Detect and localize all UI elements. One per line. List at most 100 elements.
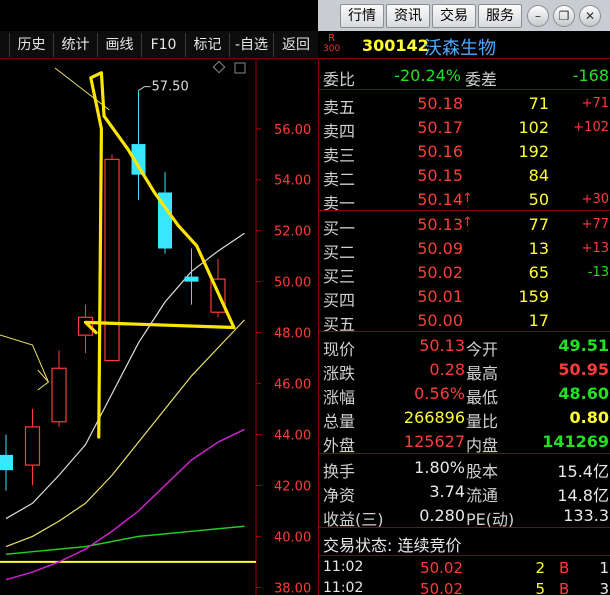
toolbar-stats-button[interactable]: 统计 [54,33,98,57]
toolbar-f10-button[interactable]: F10 [142,33,186,57]
fundamental-value: 14.8亿 [557,486,609,505]
ask-price: 50.15 [417,166,463,185]
bid-row[interactable]: 买二 50.09 13 +13 [319,237,610,262]
high-price-label: 57.50 [152,80,189,95]
candle-body [184,276,199,282]
ask-row[interactable]: 卖二 50.15 84 [319,164,610,189]
toolbar-history-button[interactable]: 历史 [10,33,54,57]
high-leader [138,86,151,91]
divider [319,210,610,211]
bid-volume: 77 [528,215,549,234]
menu-service-button[interactable]: 服务 [478,4,522,28]
toolbar-edge [0,33,10,57]
tick-row[interactable]: 11:02 50.02 2 B 1 [319,557,610,578]
bid-change: -13 [587,265,609,280]
ask-label: 卖三 [323,146,356,165]
bid-label: 买三 [323,267,356,286]
kline-chart[interactable]: 56.00 54.00 52.00 50.00 48.00 46.00 44.00 42.00… [0,60,318,595]
fundamental-label: 换手 [323,462,356,481]
divider [319,89,610,90]
stat-label: 涨跌 [323,364,356,383]
y-tick-label: 46.00 [274,378,311,393]
ask-row[interactable]: 卖三 50.16 192 [319,140,610,165]
close-icon[interactable]: ✕ [579,5,601,27]
candle-body [0,454,13,471]
stat-row: 涨幅 0.56% 最低 48.60 [319,382,610,407]
bid-change: +77 [581,217,609,232]
toolbar-back-button[interactable]: 返回 [274,33,318,57]
tick-row[interactable]: 11:02 50.02 5 B 3 [319,578,610,595]
ask-price: 50.18 [417,94,463,113]
restore-icon[interactable]: ❐ [553,5,575,27]
ask-price: 50.16 [417,142,463,161]
candle-body [24,426,41,466]
menu-trade-button[interactable]: 交易 [432,4,476,28]
bid-label: 买四 [323,291,356,310]
minimize-icon[interactable]: – [527,5,549,27]
bid-volume: 17 [528,311,549,330]
ask-volume: 50 [528,190,549,209]
tick-side: B [559,580,570,595]
tick-side: B [559,559,570,577]
ask-row[interactable]: 卖四 50.17 102 +102 [319,116,610,141]
tick-price: 50.02 [420,580,463,595]
ask-change: +71 [581,96,609,111]
ma-magenta-line [5,428,245,581]
y-tick-label: 40.00 [274,530,311,545]
stat-label: 量比 [466,412,499,431]
ask-label: 卖四 [323,122,356,141]
toolbar-draw-button[interactable]: 画线 [98,33,142,57]
stat-row: 外盘 125627 内盘 141269 [319,430,610,455]
ask-volume: 192 [518,142,549,161]
ask-change: +102 [573,120,609,135]
quote-panel: 委比 -20.24% 委差 -168 卖五 50.18 71 +71 卖四 50… [318,60,610,595]
tick-extra: 3 [599,580,609,595]
ask-row[interactable]: 卖五 50.18 71 +71 [319,92,610,117]
fundamental-label: 股本 [466,462,499,481]
stat-value: 49.51 [558,336,609,355]
menu-market-button[interactable]: 行情 [340,4,384,28]
stat-row: 涨跌 0.28 最高 50.95 [319,358,610,383]
bid-price: 50.13 [417,215,463,234]
toolbar-remove-watch-button[interactable]: -自选 [230,33,274,57]
tick-volume: 5 [535,580,545,595]
y-tick-label: 50.00 [274,276,311,291]
fundamental-row: 净资 3.74 流通 14.8亿 [319,480,610,505]
stat-label: 总量 [323,412,356,431]
bid-row[interactable]: 买四 50.01 159 [319,285,610,310]
divider [319,331,610,332]
badge-r: R [328,33,336,44]
stock-name[interactable]: 沃森生物 [424,34,496,60]
weibi-value: -20.24% [394,66,461,85]
bid-row[interactable]: 买三 50.02 65 -13 [319,261,610,286]
stat-label: 今开 [466,340,499,359]
weicha-label: 委差 [465,70,498,89]
bid-change: +13 [581,241,609,256]
toolbar-mark-button[interactable]: 标记 [186,33,230,57]
bid-price: 50.00 [417,311,463,330]
fundamental-value: 1.80% [414,458,465,477]
divider [319,453,610,454]
menu-news-button[interactable]: 资讯 [386,4,430,28]
stat-value: 0.80 [569,408,609,427]
stat-label: 最低 [466,388,499,407]
box-icon [234,62,246,74]
fundamental-label: 流通 [466,486,499,505]
tick-time: 11:02 [323,580,364,595]
candle-body [104,158,120,362]
kline-svg[interactable]: 56.00 54.00 52.00 50.00 48.00 46.00 44.00 42.00… [0,60,318,595]
chart-toolbar: 历史 统计 画线 F10 标记 -自选 返回 [0,31,318,59]
tick-volume: 2 [535,559,545,577]
y-tick-label: 44.00 [274,429,311,444]
stat-label: 现价 [323,340,356,359]
trend-arrow [37,369,50,391]
candle-body [51,367,67,423]
fundamental-value: 3.74 [429,482,465,501]
stat-label: 最高 [466,364,499,383]
up-arrow-icon: ↑ [462,191,473,206]
stat-value: 50.95 [558,360,609,379]
weicha-value: -168 [572,66,609,85]
bid-row[interactable]: 买五 50.00 17 [319,309,610,334]
trade-status: 交易状态: 连续竞价 [323,536,462,555]
title-bar: 行情 资讯 交易 服务 – ❐ ✕ [318,0,610,32]
